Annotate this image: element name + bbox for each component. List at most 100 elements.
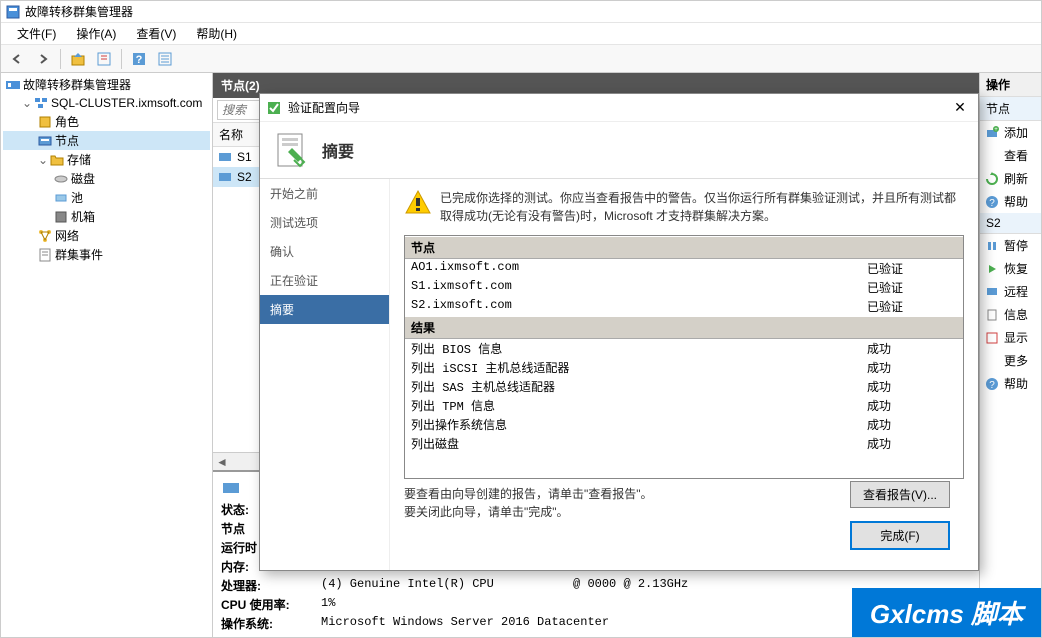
- pool-icon: [53, 190, 69, 206]
- close-button[interactable]: ✕: [948, 96, 972, 120]
- collapse-icon[interactable]: ⌄: [37, 153, 49, 167]
- tree-pools[interactable]: 池: [3, 188, 210, 207]
- result-test-row: 列出操作系统信息成功: [405, 415, 963, 434]
- svg-text:?: ?: [136, 54, 143, 66]
- menu-action[interactable]: 操作(A): [66, 23, 126, 44]
- validation-wizard-dialog: 验证配置向导 ✕ 摘要 开始之前 测试选项 确认 正在验证 摘要: [259, 93, 979, 571]
- action-remote[interactable]: 远程: [980, 280, 1041, 303]
- tree-storage[interactable]: ⌄ 存储: [3, 150, 210, 169]
- action-show[interactable]: 显示: [980, 326, 1041, 349]
- network-icon: [37, 228, 53, 244]
- dialog-title: 验证配置向导: [288, 99, 360, 116]
- remote-icon: [984, 284, 1000, 300]
- view-report-button[interactable]: 查看报告(V)...: [850, 481, 950, 508]
- view-icon: [984, 148, 1000, 164]
- warning-text: 已完成你选择的测试。你应当查看报告中的警告。仅当你运行所有群集验证测试，并且所有…: [440, 189, 964, 225]
- action-help[interactable]: ?帮助: [980, 190, 1041, 213]
- svg-text:?: ?: [989, 198, 995, 209]
- result-test-row: 列出 SAS 主机总线适配器成功: [405, 377, 963, 396]
- tree-disks[interactable]: 磁盘: [3, 169, 210, 188]
- toolbar-up-icon[interactable]: [66, 48, 90, 70]
- result-test-row: 列出 TPM 信息成功: [405, 396, 963, 415]
- nav-validating[interactable]: 正在验证: [260, 266, 389, 295]
- nav-before[interactable]: 开始之前: [260, 179, 389, 208]
- toolbar-help-icon[interactable]: ?: [127, 48, 151, 70]
- disk-icon: [53, 171, 69, 187]
- cluster-icon: [33, 95, 49, 111]
- node-detail-icon: [221, 478, 241, 498]
- scroll-left-icon[interactable]: ◄: [213, 453, 231, 471]
- result-node-row: S1.ixmsoft.com已验证: [405, 278, 963, 297]
- tree-root[interactable]: 故障转移群集管理器: [3, 75, 210, 94]
- result-test-row: 列出 iSCSI 主机总线适配器成功: [405, 358, 963, 377]
- show-icon: [984, 330, 1000, 346]
- menu-help[interactable]: 帮助(H): [186, 23, 247, 44]
- tree-nodes[interactable]: 节点: [3, 131, 210, 150]
- cpu-value: (4) Genuine Intel(R) CPU @ 0000 @ 2.13GH…: [321, 577, 688, 594]
- nav-summary[interactable]: 摘要: [260, 295, 389, 324]
- titlebar: 故障转移群集管理器: [1, 1, 1041, 23]
- add-icon: +: [984, 125, 1000, 141]
- back-button[interactable]: [5, 48, 29, 70]
- menu-file[interactable]: 文件(F): [7, 23, 66, 44]
- actions-header: 操作: [980, 73, 1041, 97]
- action-add[interactable]: +添加: [980, 121, 1041, 144]
- help-icon: ?: [984, 376, 1000, 392]
- help-icon: ?: [984, 194, 1000, 210]
- toolbar-separator: [60, 49, 61, 69]
- node-icon: [217, 169, 233, 185]
- nodes-icon: [37, 133, 53, 149]
- action-pause[interactable]: 暂停: [980, 234, 1041, 257]
- refresh-icon: [984, 171, 1000, 187]
- tree-events[interactable]: 群集事件: [3, 245, 210, 264]
- action-more[interactable]: 更多: [980, 349, 1041, 372]
- wizard-icon: [266, 100, 282, 116]
- tree-cluster[interactable]: ⌄ SQL-CLUSTER.ixmsoft.com: [3, 94, 210, 112]
- dialog-body: 开始之前 测试选项 确认 正在验证 摘要 已完成你选择的测试。你应当查看报告中的…: [260, 178, 978, 570]
- result-results-header: 结果: [405, 316, 963, 339]
- collapse-icon[interactable]: ⌄: [21, 96, 33, 110]
- cpu-usage-value: 1%: [321, 596, 335, 613]
- result-box[interactable]: 节点 AO1.ixmsoft.com已验证S1.ixmsoft.com已验证S2…: [404, 235, 964, 479]
- action-view[interactable]: 查看: [980, 144, 1041, 167]
- cpu-label: 处理器:: [221, 577, 321, 594]
- action-help2[interactable]: ?帮助: [980, 372, 1041, 395]
- dialog-titlebar[interactable]: 验证配置向导 ✕: [260, 94, 978, 122]
- action-info[interactable]: 信息: [980, 303, 1041, 326]
- events-icon: [37, 247, 53, 263]
- toolbar-list-icon[interactable]: [153, 48, 177, 70]
- dialog-nav: 开始之前 测试选项 确认 正在验证 摘要: [260, 179, 390, 570]
- pause-icon: [984, 238, 1000, 254]
- nav-options[interactable]: 测试选项: [260, 208, 389, 237]
- cluster-mgr-icon: [5, 77, 21, 93]
- menu-view[interactable]: 查看(V): [126, 23, 186, 44]
- result-test-row: 列出磁盘成功: [405, 434, 963, 453]
- result-test-row: 列出 BIOS 信息成功: [405, 339, 963, 358]
- svg-text:+: +: [994, 127, 998, 133]
- warning-icon: [404, 189, 432, 217]
- watermark: Gxlcms 脚本: [852, 588, 1041, 637]
- actions-section-nodes: 节点: [980, 97, 1041, 121]
- warning-row: 已完成你选择的测试。你应当查看报告中的警告。仅当你运行所有群集验证测试，并且所有…: [404, 189, 964, 225]
- os-label: 操作系统:: [221, 615, 321, 632]
- dialog-header-title: 摘要: [322, 138, 354, 162]
- info-icon: [984, 307, 1000, 323]
- roles-icon: [37, 114, 53, 130]
- nav-confirm[interactable]: 确认: [260, 237, 389, 266]
- menubar: 文件(F) 操作(A) 查看(V) 帮助(H): [1, 23, 1041, 45]
- tree-roles[interactable]: 角色: [3, 112, 210, 131]
- toolbar-properties-icon[interactable]: [92, 48, 116, 70]
- tree-networks[interactable]: 网络: [3, 226, 210, 245]
- action-resume[interactable]: 恢复: [980, 257, 1041, 280]
- node-icon: [217, 149, 233, 165]
- action-refresh[interactable]: 刷新: [980, 167, 1041, 190]
- actions-panel: 操作 节点 +添加 查看 刷新 ?帮助 S2 暂停 恢复 远程 信息 显示 更多…: [979, 73, 1041, 637]
- toolbar-separator: [121, 49, 122, 69]
- forward-button[interactable]: [31, 48, 55, 70]
- svg-text:?: ?: [989, 380, 995, 391]
- summary-icon: [272, 130, 312, 170]
- more-icon: [984, 353, 1000, 369]
- dialog-content: 已完成你选择的测试。你应当查看报告中的警告。仅当你运行所有群集验证测试，并且所有…: [390, 179, 978, 570]
- enclosure-icon: [53, 209, 69, 225]
- tree-enclosures[interactable]: 机箱: [3, 207, 210, 226]
